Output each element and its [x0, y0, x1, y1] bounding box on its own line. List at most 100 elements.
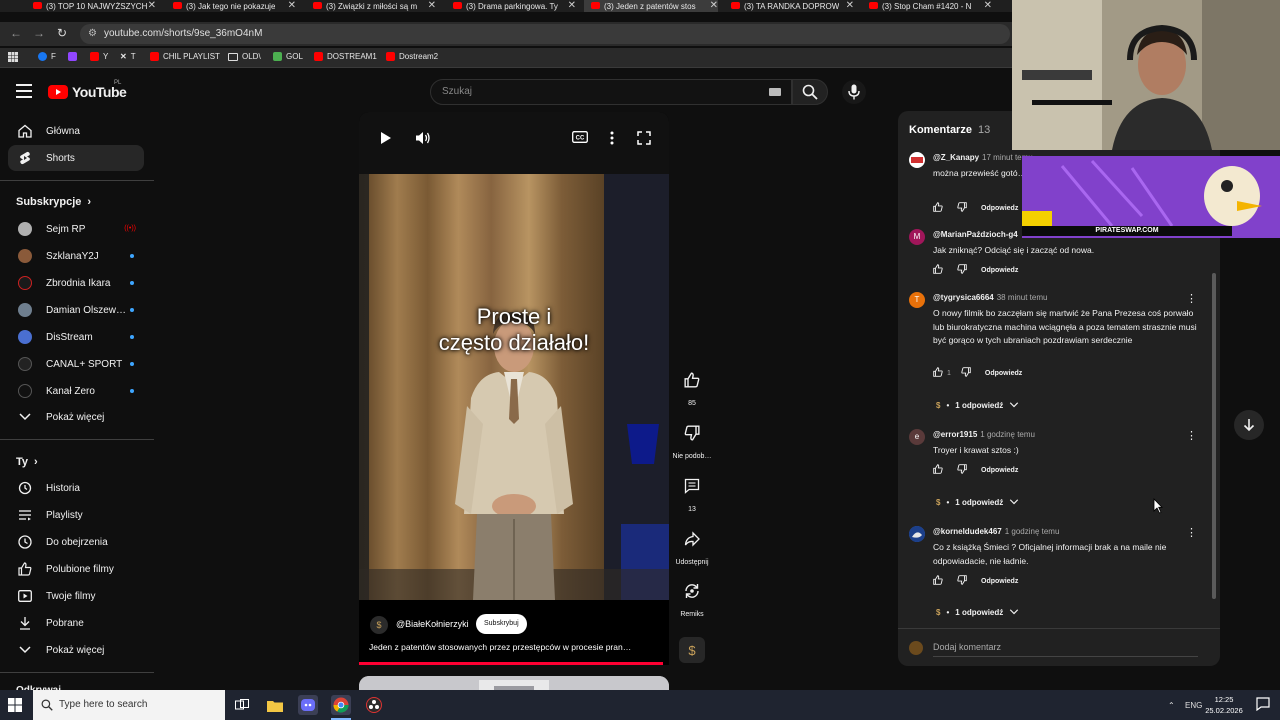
back-arrow-icon[interactable]: ←	[10, 26, 22, 40]
commenter-avatar[interactable]: T	[909, 292, 925, 308]
playback-progress-bar[interactable]	[359, 662, 663, 665]
language-indicator[interactable]: ENG	[1185, 690, 1202, 720]
apps-grid-icon[interactable]	[8, 52, 18, 62]
close-icon[interactable]: ✕	[710, 0, 718, 12]
sidebar-item-watch-later[interactable]: Do obejrzenia	[8, 529, 144, 555]
bookmark-x[interactable]: ✕ T	[120, 52, 136, 61]
tray-chevron-up-icon[interactable]: ⌃	[1168, 690, 1175, 720]
browser-tab[interactable]: (3) TA RANDKA DOPROW ✕	[724, 0, 854, 12]
short-title[interactable]: Jeden z patentów stosowanych przez przes…	[369, 642, 657, 652]
comment-more-icon[interactable]: ⋮	[1186, 292, 1197, 305]
channel-name[interactable]: @BiałeKołnierzyki	[396, 619, 469, 629]
comment-more-icon[interactable]: ⋮	[1186, 429, 1197, 442]
reply-button[interactable]: Odpowiedz	[981, 205, 1018, 212]
comment-author[interactable]: @MarianPaździoch-g4	[933, 230, 1018, 239]
thumbs-down-icon[interactable]	[957, 464, 967, 476]
sidebar-item-playlists[interactable]: Playlisty	[8, 502, 144, 528]
subscription-disstream[interactable]: DisStream	[8, 324, 144, 350]
hamburger-menu-icon[interactable]	[16, 84, 32, 98]
close-icon[interactable]: ✕	[846, 0, 854, 12]
subscription-szklanay2j[interactable]: SzklanaY2J	[8, 243, 144, 269]
sidebar-item-home[interactable]: Główna	[8, 118, 144, 144]
commenter-avatar[interactable]	[909, 526, 925, 542]
task-view-icon[interactable]	[232, 695, 252, 715]
thumbs-up-icon[interactable]	[933, 264, 943, 276]
reply-button[interactable]: Odpowiedz	[981, 267, 1018, 274]
subscription-canal-sport[interactable]: CANAL+ SPORT	[8, 351, 144, 377]
subscription-kanal-zero[interactable]: Kanał Zero	[8, 378, 144, 404]
close-icon[interactable]: ✕	[568, 0, 576, 12]
discord-like-app-icon[interactable]	[298, 695, 318, 715]
bookmark-youtube[interactable]: Y	[90, 52, 108, 61]
site-info-icon[interactable]: ⚙	[88, 24, 97, 44]
sidebar-item-liked-videos[interactable]: Polubione filmy	[8, 556, 144, 582]
thumbs-up-icon[interactable]	[933, 202, 943, 214]
browser-tab[interactable]: (3) Jak tego nie pokazuje ✕	[166, 0, 296, 12]
sidebar-item-history[interactable]: Historia	[8, 475, 144, 501]
close-icon[interactable]: ✕	[984, 0, 992, 12]
close-icon[interactable]: ✕	[428, 0, 436, 12]
more-options-icon[interactable]	[610, 131, 614, 145]
reload-icon[interactable]: ↻	[57, 26, 67, 40]
thumbs-down-icon[interactable]	[957, 264, 967, 276]
sidebar-item-your-videos[interactable]: Twoje filmy	[8, 583, 144, 609]
reply-button[interactable]: Odpowiedz	[985, 370, 1022, 377]
comment-time[interactable]: 1 godzinę temu	[980, 430, 1035, 439]
chrome-icon[interactable]	[331, 695, 351, 715]
youtube-logo[interactable]: YouTube PL	[48, 80, 127, 100]
replies-toggle[interactable]: $ • 1 odpowiedź	[936, 398, 1019, 412]
you-heading[interactable]: Ty ›	[16, 456, 38, 468]
show-more-subscriptions[interactable]: Pokaż więcej	[8, 404, 144, 430]
thumbs-up-icon[interactable]	[933, 367, 943, 379]
play-icon[interactable]	[380, 131, 392, 145]
voice-search-button[interactable]	[842, 80, 866, 104]
subscription-zbrodnia-ikara[interactable]: Zbrodnia Ikara	[8, 270, 144, 296]
commenter-avatar[interactable]: M	[909, 229, 925, 245]
browser-tab[interactable]: (3) Stop Cham #1420 - N ✕	[862, 0, 992, 12]
obs-icon[interactable]	[364, 695, 384, 715]
close-icon[interactable]: ✕	[288, 0, 296, 12]
browser-tab[interactable]: (3) Związki z miłości są m ✕	[306, 0, 436, 12]
comment-more-icon[interactable]: ⋮	[1186, 526, 1197, 539]
subscription-damian-olszewski[interactable]: Damian Olszews…	[8, 297, 144, 323]
shorts-player[interactable]: CC Proste i często działało! $ @BiałeKoł…	[359, 112, 669, 665]
comment-author[interactable]: @tygrysica6664	[933, 293, 994, 302]
reply-button[interactable]: Odpowiedz	[981, 467, 1018, 474]
search-button[interactable]	[792, 79, 828, 105]
subscription-sejm-rp[interactable]: Sejm RP ((•))	[8, 216, 144, 242]
replies-toggle[interactable]: $ • 1 odpowiedź	[936, 495, 1019, 509]
replies-toggle[interactable]: $ • 1 odpowiedź	[936, 605, 1019, 619]
search-input[interactable]: Szukaj	[430, 79, 792, 105]
volume-icon[interactable]	[415, 131, 431, 145]
keyboard-icon[interactable]	[769, 88, 781, 96]
comments-button[interactable]: 13	[672, 472, 712, 513]
thumbs-down-icon[interactable]	[957, 202, 967, 214]
subscriptions-heading[interactable]: Subskrypcje ›	[16, 196, 91, 208]
fullscreen-icon[interactable]	[637, 131, 651, 145]
url-field[interactable]: ⚙ youtube.com/shorts/9se_36mO4nM	[80, 24, 1010, 44]
video-frame[interactable]: Proste i często działało!	[359, 174, 669, 600]
bookmark-folder-old[interactable]: OLD\	[228, 52, 261, 61]
thumbs-down-icon[interactable]	[957, 575, 967, 587]
thumbs-down-icon[interactable]	[961, 367, 971, 379]
windows-start-icon[interactable]	[8, 698, 22, 712]
forward-arrow-icon[interactable]: →	[33, 26, 45, 40]
bookmark-chil-playlist[interactable]: CHIL PLAYLIST	[150, 52, 220, 61]
comment-author[interactable]: @Z_Kanapy	[933, 153, 979, 162]
thumbs-up-icon[interactable]	[933, 464, 943, 476]
bookmark-twitch[interactable]	[68, 52, 77, 61]
like-button[interactable]: 85	[672, 366, 712, 407]
show-more-you[interactable]: Pokaż więcej	[8, 637, 144, 663]
comments-scrollbar[interactable]	[1212, 273, 1216, 599]
comment-time[interactable]: 1 godzinę temu	[1005, 527, 1060, 536]
subscribe-button[interactable]: Subskrybuj	[476, 614, 527, 634]
bookmark-facebook[interactable]: F	[38, 52, 56, 61]
sidebar-item-downloads[interactable]: Pobrane	[8, 610, 144, 636]
taskbar-search-input[interactable]: Type here to search	[33, 690, 225, 720]
thumbs-up-icon[interactable]	[933, 575, 943, 587]
bookmark-gol[interactable]: GOL	[273, 52, 303, 61]
browser-tab-active[interactable]: (3) Jeden z patentów stos ✕	[584, 0, 718, 12]
system-clock[interactable]: 12:25 25.02.2026	[1204, 694, 1244, 716]
close-icon[interactable]: ✕	[148, 0, 156, 12]
notifications-icon[interactable]	[1256, 697, 1270, 716]
